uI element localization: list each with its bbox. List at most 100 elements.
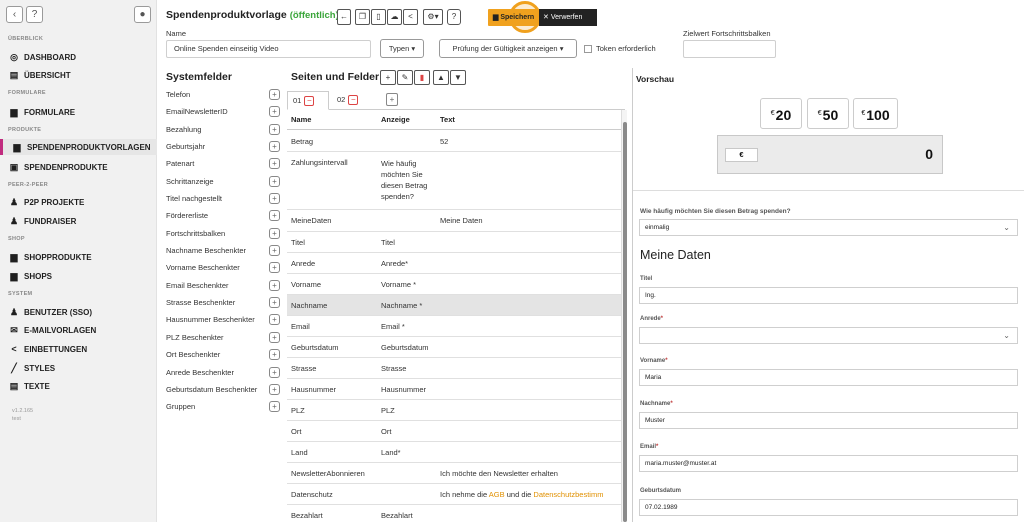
add-field-button[interactable]: + — [269, 314, 280, 326]
vorname-input[interactable]: Maria — [639, 369, 1018, 386]
table-row[interactable]: NewsletterAbonnieren Ich möchte den Newsl… — [287, 463, 621, 484]
back-button[interactable]: ← — [337, 9, 351, 25]
table-row[interactable]: Anrede Anrede* — [287, 253, 621, 274]
table-row[interactable]: Email Email * — [287, 316, 621, 337]
sidebar-item-shop-products[interactable]: ▆ SHOPPRODUKTE — [8, 249, 92, 265]
amount-value: 50 — [822, 107, 839, 123]
table-row[interactable]: Bezahlart Bezahlart — [287, 505, 621, 522]
list-item-label: Ort Beschenkter — [166, 350, 221, 360]
type-select[interactable]: Typen ▾ — [380, 39, 424, 58]
tab-page-01[interactable]: 01− — [287, 91, 329, 110]
sidebar-item-embeddings[interactable]: < EINBETTUNGEN — [8, 341, 87, 357]
sidebar-item-texts[interactable]: ▤ TEXTE — [8, 378, 50, 394]
name-input[interactable]: Online Spenden einseitig Video — [166, 40, 371, 58]
copy-button[interactable]: ❐ — [355, 9, 370, 25]
help-button[interactable]: ? — [26, 6, 43, 23]
nachname-input[interactable]: Muster — [639, 412, 1018, 429]
sidebar-item-shops[interactable]: ▆ SHOPS — [8, 268, 52, 284]
sidebar-section-system: SYSTEM — [8, 291, 33, 297]
table-row[interactable]: Datenschutz Ich nehme die AGB und die Dat… — [287, 484, 621, 505]
table-row[interactable]: MeineDaten Meine Daten — [287, 210, 621, 232]
sidebar-item-label: E-MAILVORLAGEN — [24, 326, 97, 335]
table-row[interactable]: Zahlungsintervall Wie häufig möchten Sie … — [287, 152, 621, 210]
sidebar-item-forms[interactable]: ▆ FORMULARE — [8, 104, 76, 120]
add-field-button[interactable]: + — [269, 227, 280, 239]
table-row[interactable]: Nachname Nachname * — [287, 295, 621, 316]
group-icon: ♟ — [9, 216, 19, 226]
add-field-button[interactable]: + — [269, 331, 280, 343]
titel-input[interactable]: Ing. — [639, 287, 1018, 304]
sidebar-item-spendenproduktvorlagen[interactable]: ▆ SPENDENPRODUKTVORLAGEN — [0, 139, 157, 155]
add-field-button[interactable]: + — [269, 245, 280, 257]
sidebar-item-spendenprodukte[interactable]: ▣ SPENDENPRODUKTE — [8, 159, 108, 175]
sidebar-item-users-sso[interactable]: ♟ BENUTZER (SSO) — [8, 304, 92, 320]
table-row[interactable]: Vorname Vorname * — [287, 274, 621, 295]
help-icon: ? — [451, 12, 457, 21]
user-menu-button[interactable]: ● — [134, 6, 151, 23]
privacy-link[interactable]: Datenschutzbestimm — [533, 490, 603, 499]
new-document-button[interactable]: ▯ — [371, 9, 386, 25]
table-row[interactable]: Titel Titel — [287, 232, 621, 253]
move-down-button[interactable]: ▼ — [450, 70, 466, 85]
upload-button[interactable]: ☁ — [387, 9, 402, 25]
goal-input[interactable] — [683, 40, 776, 58]
email-input[interactable]: maria.muster@muster.at — [639, 455, 1018, 472]
table-row[interactable]: Land Land* — [287, 442, 621, 463]
geburtsdatum-input[interactable]: 07.02.1989 — [639, 499, 1018, 516]
list-item: Nachname Beschenkter + — [166, 242, 283, 259]
delete-page-button[interactable]: ▮ — [414, 70, 430, 85]
help-button[interactable]: ? — [447, 9, 461, 25]
add-field-button[interactable]: + — [269, 106, 280, 118]
add-field-button[interactable]: + — [269, 158, 280, 170]
sidebar-item-overview[interactable]: ▤ ÜBERSICHT — [8, 67, 71, 83]
table-row[interactable]: Hausnummer Hausnummer — [287, 379, 621, 400]
add-field-button[interactable]: + — [269, 141, 280, 153]
add-field-button[interactable]: + — [269, 89, 280, 100]
amount-option-50[interactable]: €50 — [807, 98, 849, 129]
sidebar-item-dashboard[interactable]: ◎ DASHBOARD — [8, 49, 76, 65]
add-field-button[interactable]: + — [269, 383, 280, 395]
table-row[interactable]: Ort Ort — [287, 421, 621, 442]
sidebar-item-fundraiser[interactable]: ♟ FUNDRAISER — [8, 213, 77, 229]
custom-amount-input[interactable]: 0 — [900, 146, 933, 162]
add-tab-button[interactable]: + — [386, 93, 398, 106]
sidebar-item-p2p-projects[interactable]: ♟ P2P PROJEKTE — [8, 194, 84, 210]
table-row[interactable]: Strasse Strasse — [287, 358, 621, 379]
page-title-text: Spendenproduktvorlage — [166, 9, 287, 21]
add-field-button[interactable]: + — [269, 349, 280, 361]
add-field-button[interactable]: + — [269, 175, 280, 187]
tab-page-02[interactable]: 02− — [337, 91, 371, 110]
table-row[interactable]: Geburtsdatum Geburtsdatum — [287, 337, 621, 358]
add-field-button[interactable]: + — [269, 193, 280, 205]
discard-button[interactable]: ✕ Verwerfen — [539, 9, 597, 26]
sidebar-item-styles[interactable]: ╱ STYLES — [8, 360, 55, 376]
save-button[interactable]: ▆ Speichern — [488, 9, 539, 26]
move-up-button[interactable]: ▲ — [433, 70, 449, 85]
frequency-select[interactable]: einmalig ⌄ — [639, 219, 1018, 236]
amount-option-20[interactable]: €20 — [760, 98, 802, 129]
add-field-button[interactable]: + — [269, 123, 280, 135]
add-page-button[interactable]: + — [380, 70, 396, 85]
table-row[interactable]: PLZ PLZ — [287, 400, 621, 421]
remove-tab-button[interactable]: − — [348, 95, 359, 106]
agb-link[interactable]: AGB — [489, 490, 505, 499]
add-field-button[interactable]: + — [269, 279, 280, 291]
amount-option-100[interactable]: €100 — [853, 98, 898, 129]
add-field-button[interactable]: + — [269, 210, 280, 222]
remove-tab-button[interactable]: − — [304, 96, 315, 107]
add-field-button[interactable]: + — [269, 262, 280, 274]
collapse-sidebar-button[interactable]: ‹ — [6, 6, 23, 23]
add-field-button[interactable]: + — [269, 366, 280, 378]
anrede-select[interactable]: ⌄ — [639, 327, 1018, 344]
scrollbar-thumb[interactable] — [623, 122, 627, 522]
settings-dropdown-button[interactable]: ⚙▾ — [423, 9, 443, 25]
add-field-button[interactable]: + — [269, 401, 280, 413]
share-button[interactable]: < — [403, 9, 418, 25]
validation-select[interactable]: Prüfung der Gültigkeit anzeigen ▾ — [439, 39, 577, 58]
add-field-button[interactable]: + — [269, 297, 280, 309]
token-checkbox[interactable] — [584, 45, 592, 53]
table-row[interactable]: Betrag 52 — [287, 131, 621, 152]
edit-page-button[interactable]: ✎ — [397, 70, 413, 85]
sidebar-item-email-templates[interactable]: ✉ E-MAILVORLAGEN — [8, 322, 96, 338]
table-scrollbar[interactable] — [621, 110, 627, 522]
